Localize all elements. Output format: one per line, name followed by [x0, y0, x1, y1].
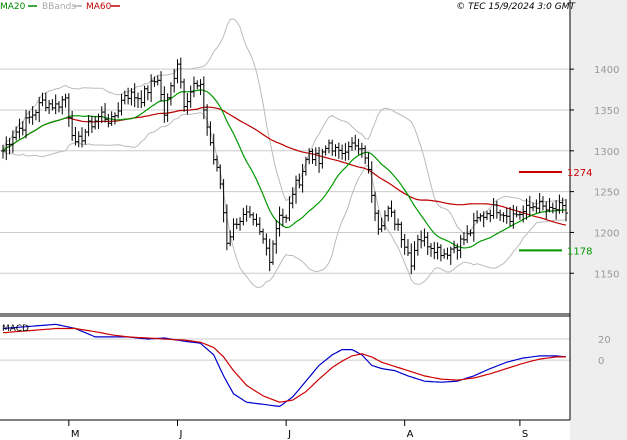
x-axis-tick-label: J: [287, 429, 291, 440]
x-axis-tick-label: A: [407, 429, 414, 440]
legend-bbands: BBands: [42, 2, 76, 12]
macd-y-tick-label: 0: [598, 356, 604, 367]
x-axis-tick-label: J: [178, 429, 182, 440]
price-y-tick-label: 1400: [594, 65, 619, 76]
legend-ma60: MA60: [86, 2, 112, 12]
price-y-tick-label: 1300: [594, 147, 619, 158]
support-level-label: 1178: [567, 246, 592, 257]
legend-ma20: MA20: [0, 2, 26, 12]
macd-label: MACD: [2, 324, 29, 334]
resistance-level-label: 1274: [567, 168, 592, 179]
chart-background: [0, 0, 627, 440]
price-y-tick-label: 1150: [594, 269, 619, 280]
x-axis-tick-label: M: [71, 429, 80, 440]
copyright-text: © TEC 15/9/2024 3:0 GMT: [456, 2, 576, 12]
price-y-tick-label: 1200: [594, 228, 619, 239]
stock-chart: 1150 1200 1250 1300 1350 1400 20 0 M J J A S 1274 11…: [0, 0, 627, 440]
price-y-tick-label: 1250: [594, 188, 619, 199]
price-y-tick-label: 1350: [594, 106, 619, 117]
x-axis-tick-label: S: [522, 429, 528, 440]
legend: MA20 BBands MA60: [0, 2, 120, 12]
macd-y-tick-label: 20: [598, 335, 611, 346]
